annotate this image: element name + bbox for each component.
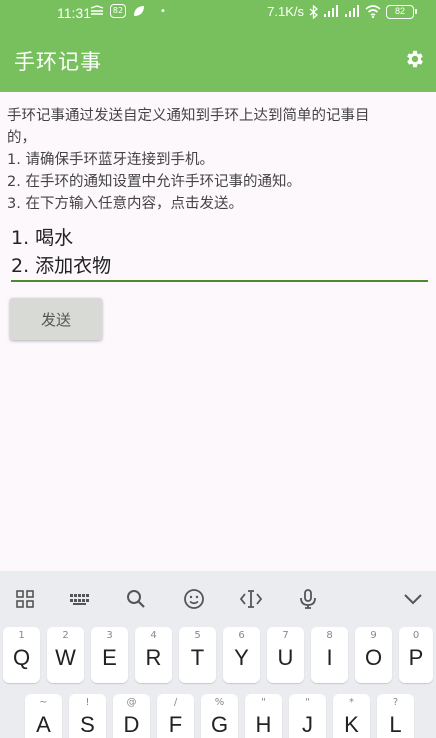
key-p[interactable]: 0P (399, 627, 433, 683)
note-line: 2. 添加衣物 (11, 255, 112, 277)
key-u[interactable]: 7U (267, 627, 304, 683)
gear-icon[interactable] (404, 48, 426, 70)
bluetooth-icon (309, 4, 318, 19)
search-icon[interactable] (124, 587, 148, 611)
net-speed: 7.1K/s (267, 4, 304, 19)
signal-icon (324, 5, 338, 17)
instruction-line: 手环记事通过发送自定义通知到手环上达到简单的记事目 (7, 108, 370, 124)
status-bar: 11:31 82 • 7.1K/s 82 (0, 0, 436, 26)
key-t[interactable]: 5T (179, 627, 216, 683)
status-time: 11:31 (57, 5, 91, 21)
grid-icon[interactable] (13, 587, 37, 611)
key-l[interactable]: ? L (377, 694, 414, 738)
key-j[interactable]: " J (289, 694, 326, 738)
key-y[interactable]: 6Y (223, 627, 260, 683)
key-k[interactable]: * K (333, 694, 370, 738)
status-dot: • (160, 5, 166, 17)
key-h[interactable]: " H (245, 694, 282, 738)
instruction-line: 3. 在下方输入任意内容，点击发送。 (7, 196, 243, 212)
cursor-icon[interactable] (239, 587, 263, 611)
mail-icon (90, 5, 104, 15)
instruction-line: 的， (7, 130, 36, 146)
app-bar: 手环记事 (0, 26, 436, 92)
key-w[interactable]: 2W (47, 627, 84, 683)
notification-badge: 82 (110, 4, 126, 18)
key-r[interactable]: 4R (135, 627, 172, 683)
mic-icon[interactable] (296, 587, 320, 611)
instructions: 手环记事通过发送自定义通知到手环上达到简单的记事目 的， 1. 请确保手环蓝牙连… (7, 105, 427, 215)
keyboard-toolbar (0, 571, 436, 625)
instruction-line: 2. 在手环的通知设置中允许手环记事的通知。 (7, 174, 301, 190)
key-s[interactable]: ! S (69, 694, 106, 738)
key-q[interactable]: 1Q (3, 627, 40, 683)
wifi-icon (365, 5, 381, 18)
key-a[interactable]: ~ A (25, 694, 62, 738)
key-o[interactable]: 9O (355, 627, 392, 683)
emoji-icon[interactable] (182, 587, 206, 611)
signal-icon-2 (345, 5, 359, 17)
note-input[interactable]: 1. 喝水 2. 添加衣物 (11, 224, 428, 282)
keypad-icon[interactable] (67, 587, 91, 611)
key-i[interactable]: 8I (311, 627, 348, 683)
leaf-icon (134, 6, 144, 16)
send-button[interactable]: 发送 (10, 298, 102, 340)
key-g[interactable]: % G (201, 694, 238, 738)
collapse-icon[interactable] (401, 587, 425, 611)
key-d[interactable]: @ D (113, 694, 150, 738)
key-f[interactable]: / F (157, 694, 194, 738)
note-line: 1. 喝水 (11, 227, 74, 249)
page-title: 手环记事 (14, 50, 102, 74)
keyboard: 1Q 2W 3E 4R 5T 6Y 7U 8I 9O 0P ~ A ! S @ D /… (0, 571, 436, 738)
instruction-line: 1. 请确保手环蓝牙连接到手机。 (7, 152, 214, 168)
key-e[interactable]: 3E (91, 627, 128, 683)
battery-icon: 82 (386, 4, 417, 19)
